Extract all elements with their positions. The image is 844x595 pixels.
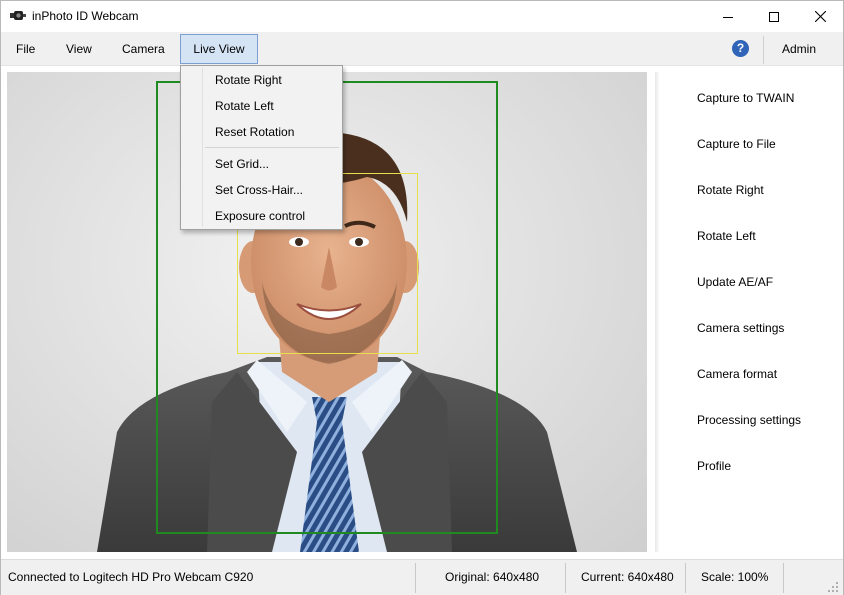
menu-item-rotate-left[interactable]: Rotate Left: [215, 95, 274, 117]
webcam-icon: [10, 11, 26, 20]
window-title: inPhoto ID Webcam: [32, 9, 139, 23]
menu-admin[interactable]: Admin: [770, 34, 828, 64]
menu-item-rotate-right[interactable]: Rotate Right: [215, 69, 282, 91]
update-ae-af-button[interactable]: Update AE/AF: [697, 272, 773, 292]
capture-to-twain-button[interactable]: Capture to TWAIN: [697, 88, 794, 108]
status-connection: Connected to Logitech HD Pro Webcam C920: [8, 570, 254, 584]
menu-divider: [763, 36, 764, 64]
camera-settings-button[interactable]: Camera settings: [697, 318, 784, 338]
status-divider: [783, 563, 784, 593]
status-divider: [415, 563, 416, 593]
help-icon[interactable]: ?: [732, 40, 749, 57]
status-scale: Scale: 100%: [701, 570, 769, 584]
minimize-button[interactable]: [705, 1, 751, 32]
status-divider: [565, 563, 566, 593]
menu-item-set-grid[interactable]: Set Grid...: [215, 153, 269, 175]
resize-grip-icon[interactable]: [827, 581, 839, 593]
menu-gutter: [202, 68, 203, 227]
menu-file[interactable]: File: [4, 34, 47, 64]
menu-item-reset-rotation[interactable]: Reset Rotation: [215, 121, 294, 143]
status-current-size: Current: 640x480: [581, 570, 674, 584]
status-original-size: Original: 640x480: [445, 570, 540, 584]
rotate-right-button[interactable]: Rotate Right: [697, 180, 764, 200]
menu-separator: [205, 147, 339, 148]
title-bar: inPhoto ID Webcam: [1, 1, 843, 32]
menu-view[interactable]: View: [54, 34, 104, 64]
app-window: inPhoto ID Webcam File View Camera Live …: [0, 0, 844, 595]
live-view-dropdown: Rotate Right Rotate Left Reset Rotation …: [180, 65, 343, 230]
rotate-left-button[interactable]: Rotate Left: [697, 226, 756, 246]
profile-button[interactable]: Profile: [697, 456, 731, 476]
menu-item-set-cross-hair[interactable]: Set Cross-Hair...: [215, 179, 303, 201]
capture-to-file-button[interactable]: Capture to File: [697, 134, 776, 154]
close-button[interactable]: [797, 1, 843, 32]
menu-bar: File View Camera Live View ? Admin: [1, 32, 843, 66]
processing-settings-button[interactable]: Processing settings: [697, 410, 801, 430]
menu-camera[interactable]: Camera: [110, 34, 177, 64]
menu-live-view[interactable]: Live View: [180, 34, 258, 64]
maximize-button[interactable]: [751, 1, 797, 32]
status-divider: [685, 563, 686, 593]
close-icon: [814, 11, 826, 22]
status-bar: Connected to Logitech HD Pro Webcam C920…: [1, 559, 843, 595]
menu-item-exposure-control[interactable]: Exposure control: [215, 205, 305, 227]
camera-format-button[interactable]: Camera format: [697, 364, 777, 384]
action-panel: Capture to TWAIN Capture to File Rotate …: [659, 72, 843, 552]
maximize-icon: [769, 11, 779, 22]
minimize-icon: [723, 16, 733, 18]
